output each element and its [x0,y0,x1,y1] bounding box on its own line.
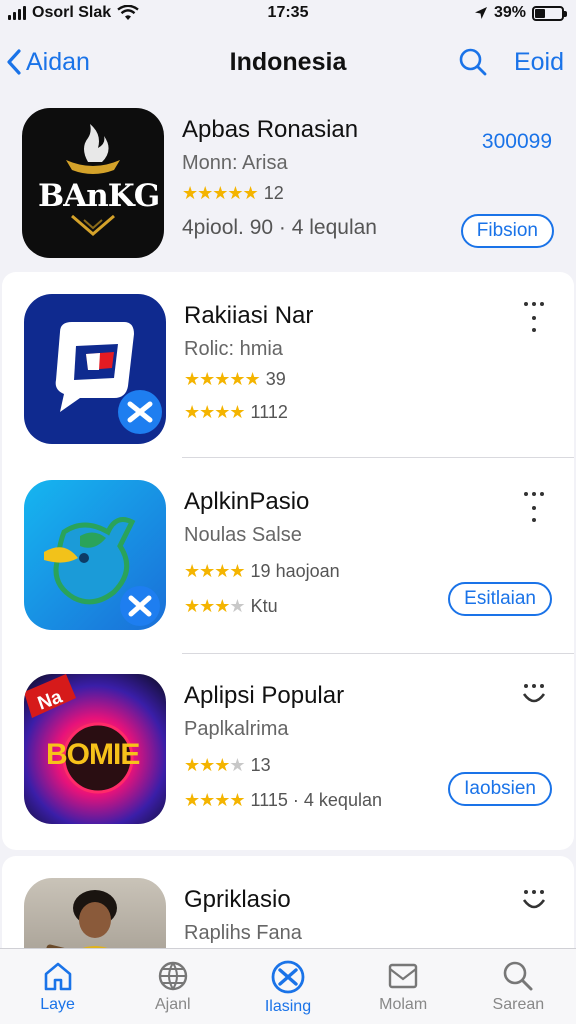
rating-count: 19 haojoan [250,561,340,581]
rating-count: 1112 [250,402,288,422]
search-icon [504,961,533,991]
star-rating-icon: ★★★★★ [182,183,259,203]
app-subtitle: Monn: Arisa [182,152,288,174]
app-subtitle: Raplihs Fana [184,922,302,944]
app-name: Gpriklasio [184,886,291,913]
list-item[interactable]: AplkinPasio Noulas Salse ★★★★ 19 haojoan… [2,458,574,654]
tab-search[interactable]: Sarean [468,959,568,1014]
app-icon-bird [24,480,166,630]
rating-count: 1115 · 4 kequlan [250,790,382,810]
more-options-icon[interactable] [518,302,550,332]
image-icon [388,963,418,989]
wifi-icon [117,5,139,20]
location-icon [474,7,487,19]
battery-fill [535,8,546,18]
back-label: Aidan [26,47,90,76]
app-icon-bank-text: BAnKG [38,178,160,214]
more-options-icon[interactable] [518,684,550,706]
app-icon-bomb-text: BOMIE [46,738,140,771]
battery-percent: 39% [493,4,526,21]
tab-apps[interactable]: Ilasing [238,959,338,1016]
tab-label: Laye [40,996,75,1013]
home-icon [44,962,71,991]
list-item[interactable]: Rakiiasi Nar Rolic: hmia ★★★★★ 39 ★★★★ 1… [2,272,574,458]
app-icon-chat [24,294,166,444]
tab-label: Molam [379,996,428,1013]
tab-label: Sarean [492,996,545,1013]
app-name: AplkinPasio [184,488,310,515]
back-button[interactable]: Aidan [6,48,90,77]
app-price: 300099 [481,130,552,153]
tab-home[interactable]: Laye [8,959,108,1014]
app-action-button[interactable]: Esitlaian [448,582,552,616]
app-subtitle: Paplkalrima [184,718,289,740]
app-rating: ★★★★★ 12 [182,183,556,204]
more-options-icon[interactable] [518,492,550,522]
star-rating-icon: ★★★★ [184,790,246,810]
star-rating-icon: ★★★★ [184,596,246,616]
app-action-button[interactable]: Iaobsien [448,772,552,806]
chevron-left-icon [7,49,21,75]
tab-globe[interactable]: Ajanl [123,959,223,1014]
app-rating-secondary: ★★★★ 1112 [184,402,554,423]
star-rating-icon: ★★★★★ [184,369,261,389]
star-rating-icon: ★★★★ [184,561,246,581]
rating-count: 13 [250,755,271,775]
star-rating-icon: ★★★★ [184,402,246,422]
carrier-label: Osorl Slak [32,4,112,21]
tab-label: Ilasing [264,998,312,1015]
app-subtitle: Rolic: hmia [184,338,283,360]
status-bar: Osorl Slak 17:35 39% [0,0,576,26]
rating-count: 39 [265,369,286,389]
signal-icon [8,6,26,20]
app-icon-bomb: BOMIE Na [24,674,166,824]
app-subtitle: Noulas Salse [184,524,302,546]
tab-bar: Laye Ajanl Ilasing Molam Sarean [0,948,576,1024]
battery-icon [532,5,567,21]
list-item[interactable]: BAnKG Apbas Ronasian Monn: Arisa ★★★★★ 1… [0,96,576,272]
circle-x-icon [271,960,305,994]
globe-icon [158,961,187,991]
app-list: BAnKG Apbas Ronasian Monn: Arisa ★★★★★ 1… [0,96,576,976]
search-icon[interactable] [458,47,488,77]
star-rating-icon: ★★★★ [184,755,246,775]
app-card-group: Rakiiasi Nar Rolic: hmia ★★★★★ 39 ★★★★ 1… [2,272,574,850]
app-rating: ★★★★ 19 haojoan [184,561,554,582]
app-name: Rakiiasi Nar [184,302,314,329]
page-title: Indonesia [229,47,347,76]
edit-button[interactable]: Eoid [514,48,564,77]
app-icon-bank: BAnKG [22,108,164,258]
navigation-bar: Aidan Indonesia Eoid [0,36,576,88]
app-rating: ★★★★★ 39 [184,369,554,390]
app-action-button[interactable]: Fibsion [460,214,554,248]
clock: 17:35 [267,4,309,21]
list-item[interactable]: BOMIE Na Aplipsi Popular Paplkalrima ★★★… [2,654,574,850]
rating-count: Ktu [250,596,278,616]
tab-media[interactable]: Molam [353,959,453,1014]
rating-count: 12 [263,183,284,203]
tab-label: Ajanl [154,996,191,1013]
app-name: Aplipsi Popular [184,682,345,709]
more-options-icon[interactable] [518,890,550,912]
